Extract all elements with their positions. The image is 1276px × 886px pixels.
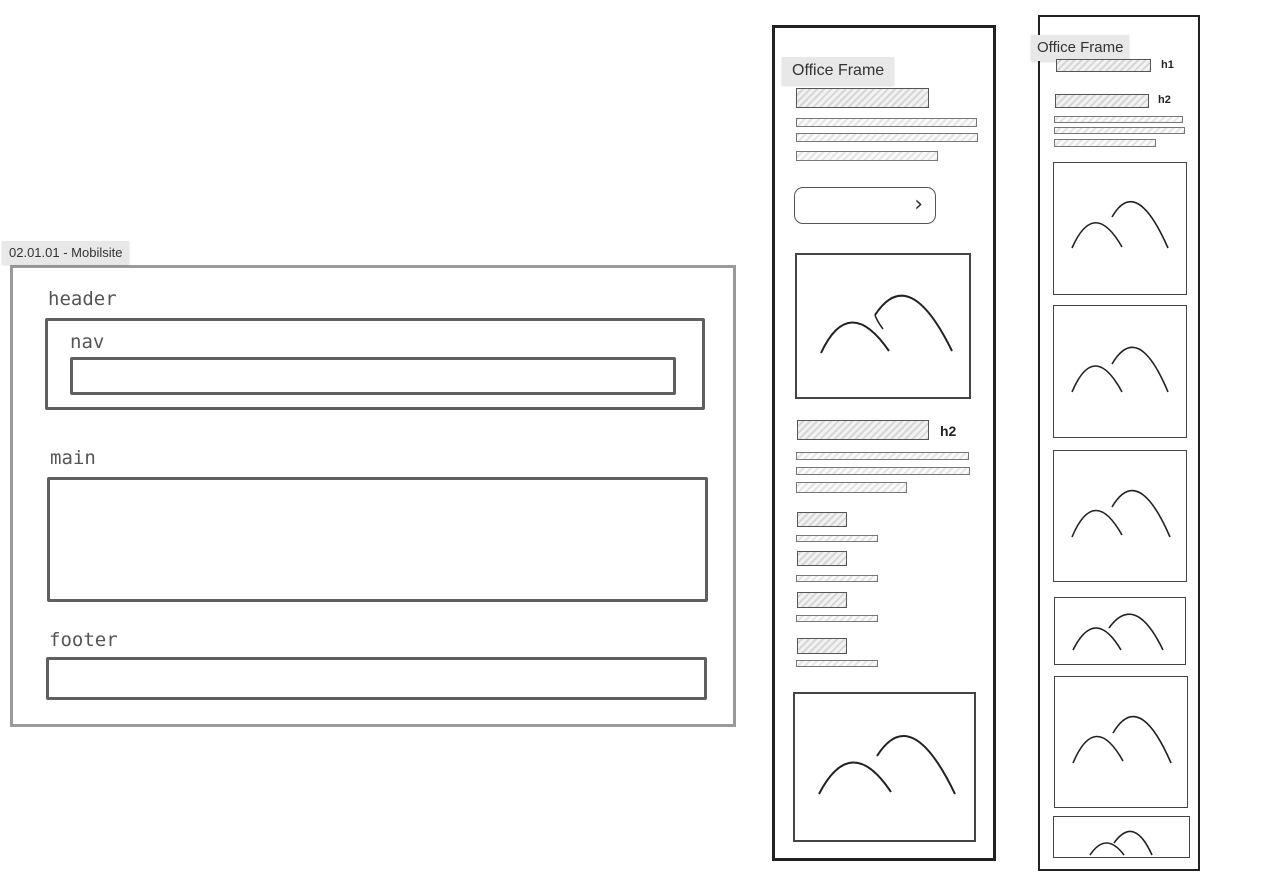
image-placeholder (793, 692, 976, 842)
image-placeholder-icon (1072, 715, 1172, 764)
text-line (796, 452, 969, 460)
image-placeholder-icon (1072, 613, 1164, 651)
main-box[interactable] (47, 477, 708, 602)
image-placeholder-icon (1089, 830, 1153, 856)
image-placeholder (1054, 676, 1188, 808)
text-line (796, 151, 938, 161)
list-item-title (797, 592, 847, 608)
text-line (1054, 116, 1183, 123)
list-item-title (797, 551, 847, 566)
list-item-text (796, 535, 878, 542)
image-placeholder (1054, 597, 1186, 665)
heading-placeholder (796, 88, 929, 108)
text-line (796, 482, 907, 493)
main-label: main (50, 447, 96, 469)
footer-box[interactable] (46, 657, 707, 700)
image-placeholder-icon (818, 735, 956, 795)
chevron-right-icon: › (914, 192, 923, 217)
text-line (1054, 127, 1185, 134)
list-item-text (796, 575, 878, 582)
image-placeholder (1053, 305, 1187, 438)
h1-placeholder (1056, 59, 1151, 72)
nav-box[interactable] (70, 357, 676, 395)
footer-label: footer (49, 629, 118, 651)
h1-label: h1 (1161, 59, 1174, 71)
image-placeholder-icon (820, 294, 953, 354)
text-line (796, 118, 977, 127)
text-line (1054, 139, 1156, 147)
frame-tag[interactable]: Office Frame (1031, 35, 1130, 61)
image-placeholder (1053, 162, 1187, 295)
text-line (796, 133, 978, 142)
h2-placeholder (797, 420, 929, 440)
image-placeholder-icon (1071, 489, 1171, 538)
frame-tag[interactable]: Office Frame (782, 57, 895, 85)
image-placeholder-icon (1071, 346, 1169, 393)
h2-label: h2 (940, 423, 957, 439)
list-item-title (797, 512, 847, 527)
frame-tag[interactable]: 02.01.01 - Mobilsite (2, 241, 130, 264)
list-item-title (797, 638, 847, 654)
image-placeholder (1053, 450, 1187, 582)
list-item-text (796, 615, 878, 622)
cta-button[interactable]: › (794, 187, 936, 224)
h2-placeholder (1055, 94, 1149, 108)
image-placeholder (795, 253, 971, 399)
list-item-text (796, 660, 878, 667)
header-label: header (48, 288, 117, 310)
h2-label: h2 (1158, 94, 1171, 106)
image-placeholder-icon (1071, 200, 1169, 249)
nav-label: nav (70, 331, 105, 353)
image-placeholder (1053, 816, 1190, 858)
text-line (796, 467, 970, 475)
